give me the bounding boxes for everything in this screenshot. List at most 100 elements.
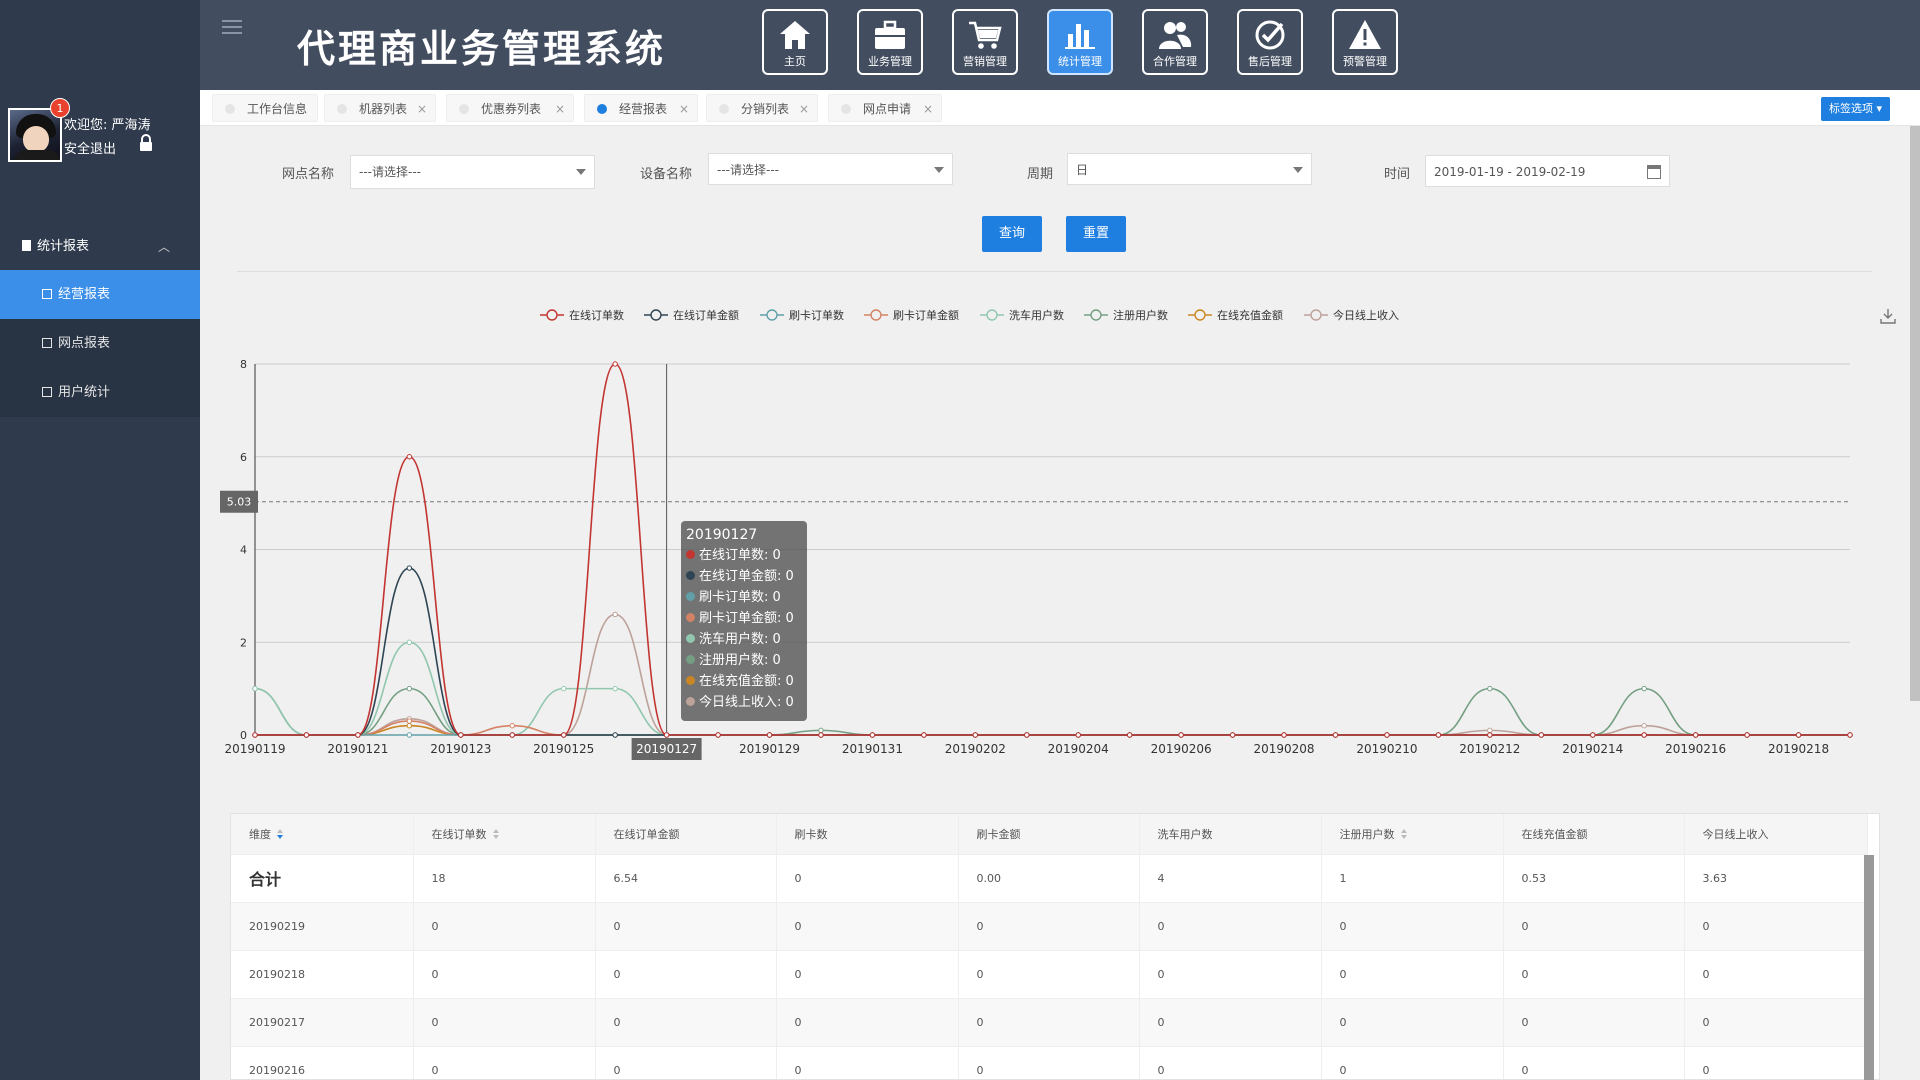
reset-button[interactable]: 重置 [1066,216,1126,252]
tab-machines[interactable]: 机器列表 × [324,94,436,122]
tab-business-report[interactable]: 经营报表 × [584,94,698,122]
y-tick-label: 4 [240,544,247,557]
tooltip-row-text: 注册用户数: 0 [699,653,781,668]
period-select-value: 日 [1076,163,1089,177]
column-header: 在线订单金额 [595,814,777,855]
query-button[interactable]: 查询 [982,216,1042,252]
data-point [406,723,413,729]
x-tick-label: 20190123 [430,742,491,756]
table-cell: 0 [1503,950,1685,999]
legend-label: 在线订单数 [569,308,624,322]
data-point [561,732,567,738]
sort-icon[interactable] [1400,828,1407,839]
x-tick-label: 20190210 [1356,742,1417,756]
time-label: 时间 [1384,167,1411,182]
x-tick-label: 20190119 [224,742,285,756]
tab-workbench[interactable]: 工作台信息 [212,94,318,122]
data-point [509,732,515,738]
reference-label: 5.03 [227,496,252,509]
close-icon[interactable]: × [555,95,565,123]
document-icon [22,240,31,251]
x-tick-label: 20190212 [1459,742,1520,756]
table-scrollbar[interactable] [1864,855,1874,1080]
nav-label: 主页 [784,55,806,68]
nav-business[interactable]: 业务管理 [857,9,923,75]
table-row: 20190219 0 0 0 0 0 0 0 0 [231,902,1868,951]
data-point [303,732,310,738]
tab-options-button[interactable]: 标签选项 ▾ [1820,97,1890,121]
x-tick-label: 20190125 [533,742,594,756]
menu-toggle-icon[interactable] [222,20,242,36]
sidebar-group-stat-reports[interactable]: 统计报表 ︿ [0,224,200,270]
table-cell: 0 [1503,1046,1685,1079]
logout-link[interactable]: 安全退出 [64,138,116,157]
column-header[interactable]: 在线订单数 [413,814,596,855]
sidebar-item-outlet-report[interactable]: 网点报表 [0,319,200,368]
table-cell: 0 [413,950,596,999]
column-header: 在线充值金额 [1503,814,1685,855]
tooltip-title: 20190127 [686,527,758,543]
table-cell: 0 [1321,902,1504,951]
tooltip-dot [686,634,695,643]
table-icon [42,338,52,348]
nav-after-sales[interactable]: 售后管理 [1237,9,1303,75]
table-cell: 0 [595,950,777,999]
nav-home[interactable]: 主页 [762,9,828,75]
data-point [715,732,721,738]
x-tick-label: 20190206 [1151,742,1212,756]
page-scrollbar[interactable] [1910,126,1920,701]
time-range-input[interactable]: 2019-01-19 - 2019-02-19 [1425,155,1670,187]
table-cell: 0 [1139,1046,1322,1079]
data-point [252,685,258,692]
close-icon[interactable]: × [417,95,427,123]
outlet-select[interactable]: ---请选择--- [350,155,595,189]
data-point [1229,732,1236,738]
close-icon[interactable]: × [923,95,933,123]
table-cell: 0 [595,902,777,951]
close-icon[interactable]: × [799,95,809,123]
nav-statistics[interactable]: 统计管理 [1047,9,1113,75]
data-point [1126,732,1133,738]
device-select-value: ---请选择--- [717,163,779,177]
data-point [818,727,824,734]
legend-marker [870,309,882,321]
nav-marketing[interactable]: 营销管理 [952,9,1018,75]
download-icon[interactable] [1880,308,1896,324]
legend-label: 洗车用户数 [1009,308,1064,322]
check-circle-icon [1255,20,1285,50]
line-chart: 0 2 4 6 8 5.03 20190119 20190121 20190123 2019012… [200,290,1920,760]
table-cell: 6.54 [595,854,777,903]
close-icon[interactable]: × [679,95,689,123]
x-tick-label: 20190202 [945,742,1006,756]
tab-outlet-apply[interactable]: 网点申请 × [828,94,942,122]
nav-cooperation[interactable]: 合作管理 [1142,9,1208,75]
data-point [406,718,413,724]
tooltip-row-text: 刷卡订单数: 0 [699,590,781,605]
sidebar-item-user-stats[interactable]: 用户统计 [0,368,200,417]
data-point [1538,732,1544,738]
tab-distribution[interactable]: 分销列表 × [706,94,818,122]
table-cell: 0 [776,1046,959,1079]
tab-label: 优惠券列表 [481,102,542,116]
tab-coupons[interactable]: 优惠券列表 × [446,94,574,122]
sidebar-item-business-report[interactable]: 经营报表 [0,270,200,319]
legend-marker [766,309,778,321]
lock-icon[interactable] [138,134,154,152]
data-point [406,454,413,460]
column-header-label: 洗车用户数 [1157,827,1213,841]
table-cell: 0 [958,998,1140,1047]
series-line [255,613,1850,736]
data-point [1024,732,1030,738]
calendar-icon[interactable] [1647,165,1661,179]
sort-icon[interactable] [492,828,499,839]
device-select[interactable]: ---请选择--- [708,153,953,185]
period-select[interactable]: 日 [1067,153,1312,185]
sort-icon[interactable] [277,828,283,839]
column-header[interactable]: 注册用户数 [1321,814,1504,855]
tab-dot [719,104,729,114]
data-point [1744,732,1750,738]
data-point [406,565,413,571]
nav-alert[interactable]: 预警管理 [1332,9,1398,75]
table-cell: 20190218 [231,950,414,999]
column-header[interactable]: 维度 [231,814,414,855]
